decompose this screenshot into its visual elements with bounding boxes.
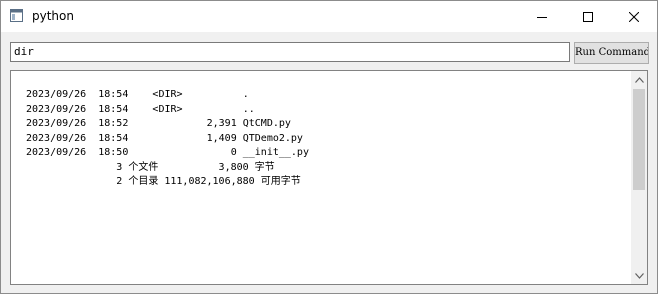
python-app-icon — [10, 9, 23, 22]
scroll-down-button[interactable] — [631, 267, 647, 284]
output-text-area[interactable]: 2023/09/26 18:54 <DIR> . 2023/09/26 18:5… — [10, 70, 648, 285]
run-command-button[interactable]: Run Command — [574, 42, 649, 64]
output-line: 2023/09/26 18:54 1,409 QTDemo2.py — [26, 132, 303, 144]
output-line: 2023/09/26 18:54 <DIR> .. — [26, 103, 255, 115]
window-title: python — [32, 9, 74, 23]
scroll-up-arrow-icon — [634, 76, 644, 83]
output-line: 2 个目录 111,082,106,880 可用字节 — [26, 176, 301, 187]
output-line: 2023/09/26 18:52 2,391 QtCMD.py — [26, 118, 291, 129]
maximize-icon — [583, 11, 593, 22]
minimize-icon — [537, 16, 547, 18]
scroll-up-button[interactable] — [631, 71, 647, 88]
scroll-down-arrow-icon — [634, 272, 644, 279]
title-bar[interactable]: python — [1, 1, 657, 32]
app-window: python dir Run Command 2023/09/26 18:54 … — [0, 0, 658, 294]
output-line: 3 个文件 3,800 字节 — [26, 161, 275, 173]
scrollbar-thumb[interactable] — [633, 89, 645, 190]
output-line: 2023/09/26 18:50 0 __init__.py — [26, 147, 309, 158]
minimize-button[interactable] — [519, 1, 565, 32]
output-line: 2023/09/26 18:54 <DIR> . — [26, 89, 249, 100]
close-button[interactable] — [611, 1, 657, 32]
vertical-scrollbar[interactable] — [631, 71, 647, 284]
close-icon — [629, 11, 639, 22]
maximize-button[interactable] — [565, 1, 611, 32]
command-input[interactable]: dir — [10, 42, 570, 62]
output-text: 2023/09/26 18:54 <DIR> . 2023/09/26 18:5… — [26, 88, 309, 190]
